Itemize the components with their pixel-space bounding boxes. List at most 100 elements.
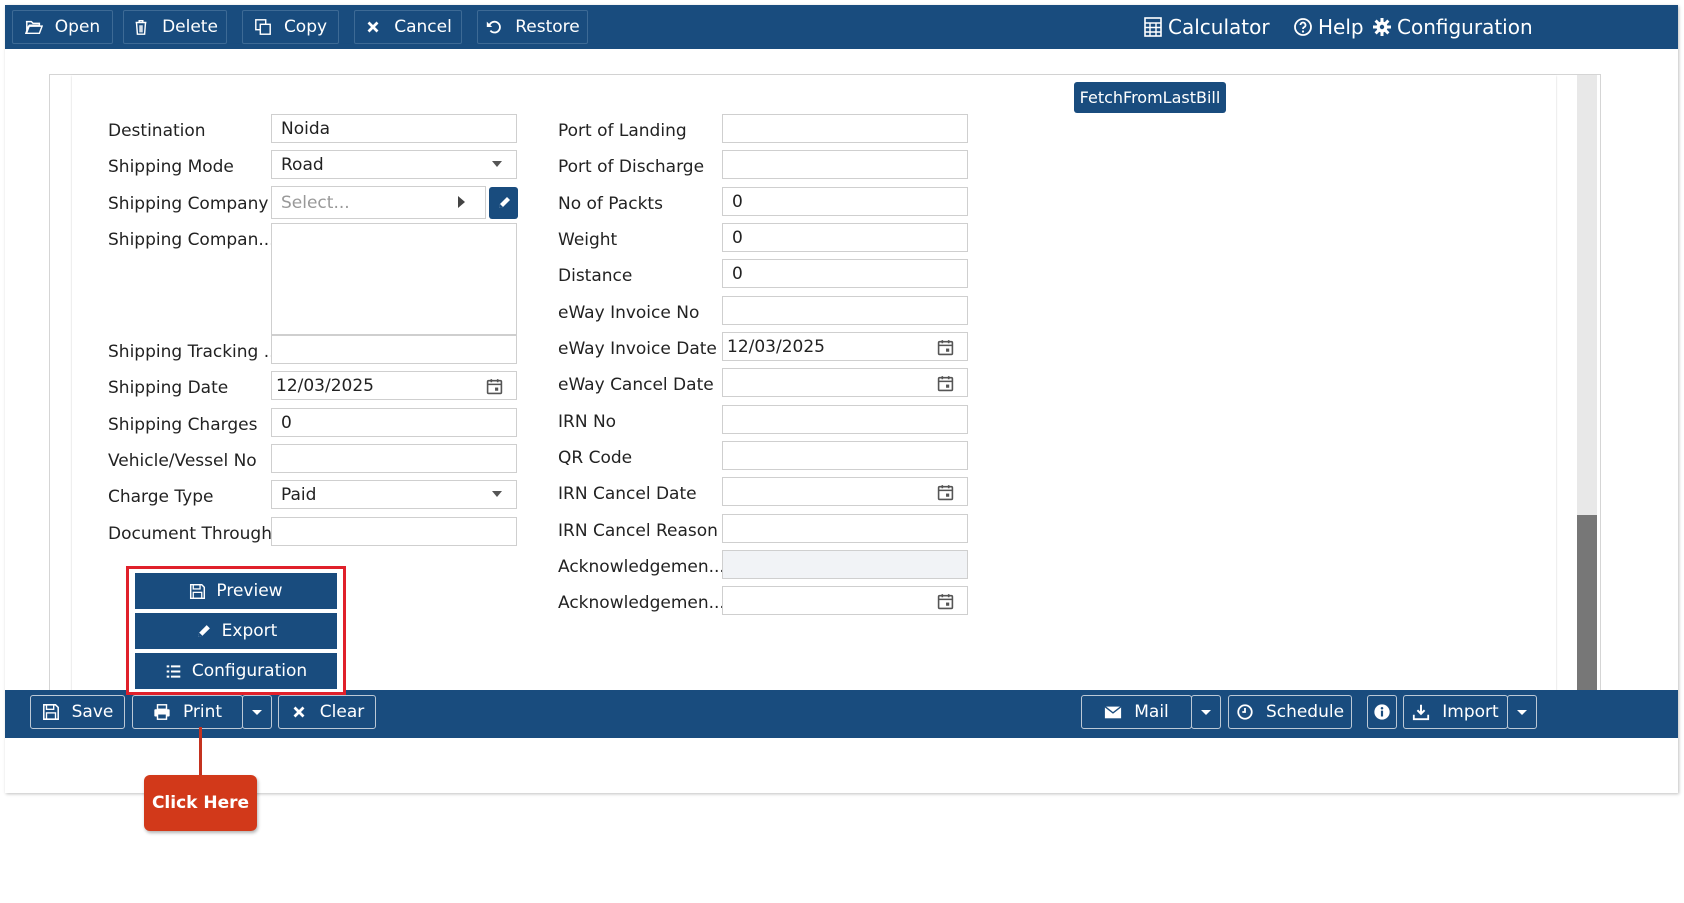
calendar-icon[interactable] <box>486 378 503 395</box>
restore-label: Restore <box>515 17 580 37</box>
clear-button[interactable]: Clear <box>278 695 376 729</box>
calendar-icon[interactable] <box>937 593 954 610</box>
acknowledgement-no-input[interactable] <box>722 550 968 579</box>
mail-button[interactable]: Mail <box>1081 695 1192 729</box>
help-link[interactable]: Help <box>1293 13 1364 41</box>
shipping-tracking-label: Shipping Tracking ... <box>108 342 280 362</box>
shipping-date-input[interactable]: 12/03/2025 <box>271 371 517 400</box>
print-label: Print <box>182 702 223 722</box>
destination-value: Noida <box>281 118 331 139</box>
qr-code-input[interactable] <box>722 441 968 470</box>
distance-value: 0 <box>732 263 743 284</box>
qr-code-label: QR Code <box>558 448 633 468</box>
info-button[interactable] <box>1367 695 1397 729</box>
destination-input[interactable]: Noida <box>271 114 517 143</box>
import-button[interactable]: Import <box>1403 695 1508 729</box>
calendar-icon[interactable] <box>937 484 954 501</box>
eway-invoice-no-input[interactable] <box>722 296 968 325</box>
acknowledgement-no-label: Acknowledgemen... <box>558 557 725 577</box>
shipping-mode-select[interactable]: Road <box>271 150 517 179</box>
schedule-label: Schedule <box>1265 702 1345 722</box>
chevron-down-icon <box>1201 709 1211 715</box>
irn-cancel-reason-input[interactable] <box>722 514 968 543</box>
no-of-packts-input[interactable]: 0 <box>722 187 968 216</box>
list-icon <box>166 664 181 678</box>
acknowledgement-date-input[interactable] <box>722 586 968 615</box>
shipping-company-select[interactable]: Select... <box>271 186 486 219</box>
chevron-right-icon <box>458 196 465 208</box>
distance-label: Distance <box>558 266 633 286</box>
open-button[interactable]: Open <box>12 10 113 44</box>
save-icon <box>42 704 59 720</box>
no-of-packts-label: No of Packts <box>558 194 663 214</box>
export-label: Export <box>221 621 278 641</box>
vehicle-no-label: Vehicle/Vessel No <box>108 451 257 471</box>
calendar-icon[interactable] <box>937 375 954 392</box>
shipping-company-address-label: Shipping Compan... <box>108 230 275 250</box>
help-label: Help <box>1318 15 1364 39</box>
distance-input[interactable]: 0 <box>722 259 968 288</box>
save-button[interactable]: Save <box>30 695 125 729</box>
vehicle-no-input[interactable] <box>271 444 517 473</box>
print-dropdown-button[interactable] <box>242 695 272 729</box>
shipping-date-value: 12/03/2025 <box>276 375 374 396</box>
schedule-button[interactable]: Schedule <box>1228 695 1352 729</box>
folder-open-icon <box>24 20 43 35</box>
trash-icon <box>135 19 147 35</box>
copy-label: Copy <box>283 17 328 37</box>
shipping-company-address-textarea[interactable] <box>271 223 517 335</box>
charge-type-select[interactable]: Paid <box>271 480 517 509</box>
import-dropdown-button[interactable] <box>1507 695 1537 729</box>
calendar-icon[interactable] <box>937 339 954 356</box>
shipping-company-placeholder: Select... <box>281 192 350 213</box>
chevron-down-icon <box>492 161 502 167</box>
charge-type-value: Paid <box>281 484 317 505</box>
irn-no-label: IRN No <box>558 412 617 432</box>
bottom-toolbar: Save Print Clear Mail Schedule Import <box>5 690 1678 738</box>
configuration-menu-item[interactable]: Configuration <box>135 653 337 689</box>
open-label: Open <box>54 17 101 37</box>
shipping-date-label: Shipping Date <box>108 378 229 398</box>
weight-input[interactable]: 0 <box>722 223 968 252</box>
question-circle-icon <box>1294 18 1312 36</box>
configuration-link[interactable]: Configuration <box>1372 13 1533 41</box>
eway-cancel-date-input[interactable] <box>722 368 968 397</box>
mail-dropdown-button[interactable] <box>1191 695 1221 729</box>
edit-shipping-company-button[interactable] <box>489 187 518 219</box>
document-through-input[interactable] <box>271 517 517 546</box>
weight-label: Weight <box>558 230 618 250</box>
cancel-button[interactable]: Cancel <box>354 10 462 44</box>
port-of-discharge-input[interactable] <box>722 150 968 179</box>
preview-menu-item[interactable]: Preview <box>135 573 337 609</box>
irn-cancel-reason-label: IRN Cancel Reason <box>558 521 718 541</box>
acknowledgement-date-label: Acknowledgemen... <box>558 593 725 613</box>
export-menu-item[interactable]: Export <box>135 613 337 649</box>
close-icon <box>293 706 305 718</box>
eway-invoice-date-input[interactable]: 12/03/2025 <box>722 332 968 361</box>
shipping-tracking-input[interactable] <box>271 335 517 364</box>
print-button[interactable]: Print <box>132 695 243 729</box>
port-of-landing-input[interactable] <box>722 114 968 143</box>
shipping-charges-label: Shipping Charges <box>108 415 258 435</box>
shipping-company-label: Shipping Company <box>108 194 269 214</box>
charge-type-label: Charge Type <box>108 487 214 507</box>
copy-button[interactable]: Copy <box>242 10 339 44</box>
save-label: Save <box>71 702 114 722</box>
irn-cancel-date-input[interactable] <box>722 477 968 506</box>
configuration-label: Configuration <box>1397 15 1533 39</box>
download-icon <box>1413 704 1430 721</box>
fetch-from-last-bill-button[interactable]: FetchFromLastBill <box>1074 82 1226 113</box>
shipping-charges-value: 0 <box>281 412 292 433</box>
irn-no-input[interactable] <box>722 405 968 434</box>
calculator-link[interactable]: Calculator <box>1143 13 1270 41</box>
callout-connector <box>199 727 202 777</box>
delete-button[interactable]: Delete <box>123 10 227 44</box>
top-toolbar: Open Delete Copy Cancel Restore Calculat… <box>5 5 1678 49</box>
shipping-mode-label: Shipping Mode <box>108 157 234 177</box>
shipping-charges-input[interactable]: 0 <box>271 408 517 437</box>
port-of-landing-label: Port of Landing <box>558 121 687 141</box>
envelope-icon <box>1104 706 1122 719</box>
preview-label: Preview <box>216 581 283 601</box>
pencil-icon <box>498 197 510 208</box>
restore-button[interactable]: Restore <box>477 10 588 44</box>
